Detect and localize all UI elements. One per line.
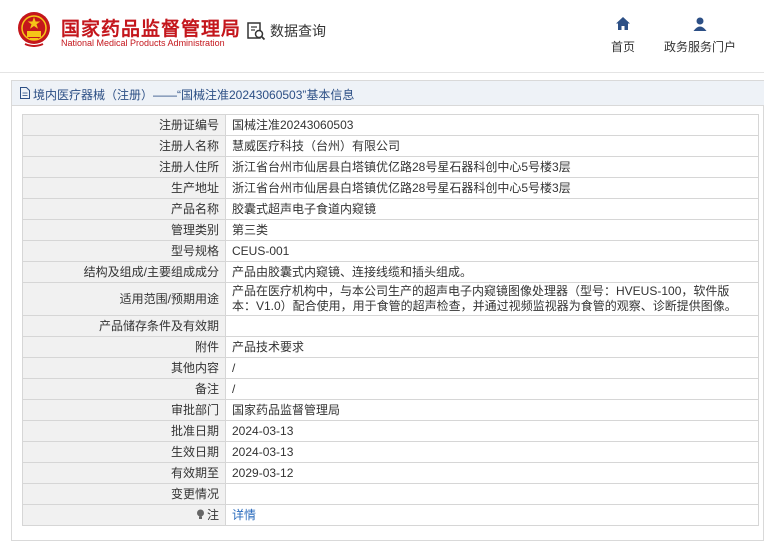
panel-header: 境内医疗器械（注册）——“国械注准20243060503”基本信息	[12, 81, 764, 106]
nav-gov-label: 政务服务门户	[663, 40, 736, 54]
table-row: 备注 /	[22, 378, 759, 400]
row-value: /	[225, 357, 759, 379]
row-label: 生产地址	[22, 177, 226, 199]
table-row: 审批部门 国家药品监督管理局	[22, 399, 759, 421]
data-query-icon	[247, 22, 266, 41]
row-value: /	[225, 378, 759, 400]
table-row: 生产地址 浙江省台州市仙居县白塔镇优亿路28号星石器科创中心5号楼3层	[22, 177, 759, 199]
table-row: 结构及组成/主要组成成分 产品由胶囊式内窥镜、连接线缆和插头组成。	[22, 261, 759, 283]
row-value: 2024-03-13	[225, 420, 759, 442]
table-row: 有效期至 2029-03-12	[22, 462, 759, 484]
row-value: 胶囊式超声电子食道内窥镜	[225, 198, 759, 220]
table-row: 注册人名称 慧威医疗科技（台州）有限公司	[22, 135, 759, 157]
detail-link[interactable]: 详情	[232, 508, 256, 522]
row-label: 注册人住所	[22, 156, 226, 178]
row-value: 国械注准20243060503	[225, 114, 759, 136]
panel-title: 境内医疗器械（注册）——“国械注准20243060503”基本信息	[33, 88, 355, 102]
note-row: 注详情	[22, 504, 759, 526]
row-value	[225, 315, 759, 337]
table-row: 管理类别 第三类	[22, 219, 759, 241]
row-label: 有效期至	[22, 462, 226, 484]
row-value	[225, 483, 759, 505]
row-value: 2024-03-13	[225, 441, 759, 463]
table-row: 注册证编号 国械注准20243060503	[22, 114, 759, 136]
row-label: 结构及组成/主要组成成分	[22, 261, 226, 283]
data-query-label: 数据查询	[270, 23, 326, 39]
row-label: 产品储存条件及有效期	[22, 315, 226, 337]
table-row: 其他内容 /	[22, 357, 759, 379]
nav-home-label: 首页	[610, 40, 635, 54]
table-row: 批准日期 2024-03-13	[22, 420, 759, 442]
table-row: 变更情况	[22, 483, 759, 505]
table-row: 注册人住所 浙江省台州市仙居县白塔镇优亿路28号星石器科创中心5号楼3层	[22, 156, 759, 178]
table-row: 产品名称 胶囊式超声电子食道内窥镜	[22, 198, 759, 220]
row-label: 型号规格	[22, 240, 226, 262]
site-title[interactable]: 国家药品监督管理局	[61, 14, 241, 41]
data-query-link[interactable]: 数据查询	[246, 21, 326, 41]
national-emblem-icon	[18, 12, 50, 47]
row-label: 产品名称	[22, 198, 226, 220]
row-label: 备注	[22, 378, 226, 400]
nav-home[interactable]: 首页	[609, 16, 637, 55]
row-value: 慧威医疗科技（台州）有限公司	[225, 135, 759, 157]
row-value: 浙江省台州市仙居县白塔镇优亿路28号星石器科创中心5号楼3层	[225, 177, 759, 199]
info-panel: 境内医疗器械（注册）——“国械注准20243060503”基本信息 注册证编号国…	[11, 80, 764, 541]
note-value-cell: 详情	[225, 504, 759, 526]
table-row: 产品储存条件及有效期	[22, 315, 759, 337]
table-row: 附件 产品技术要求	[22, 336, 759, 358]
row-label: 注册人名称	[22, 135, 226, 157]
note-label-cell: 注	[22, 504, 226, 526]
row-value: CEUS-001	[225, 240, 759, 262]
row-value: 产品技术要求	[225, 336, 759, 358]
table-row: 型号规格 CEUS-001	[22, 240, 759, 262]
row-value: 产品由胶囊式内窥镜、连接线缆和插头组成。	[225, 261, 759, 283]
row-label: 变更情况	[22, 483, 226, 505]
row-value: 浙江省台州市仙居县白塔镇优亿路28号星石器科创中心5号楼3层	[225, 156, 759, 178]
row-label: 批准日期	[22, 420, 226, 442]
row-value: 产品在医疗机构中，与本公司生产的超声电子内窥镜图像处理器（型号：HVEUS-10…	[225, 282, 759, 316]
table-row: 适用范围/预期用途 产品在医疗机构中，与本公司生产的超声电子内窥镜图像处理器（型号…	[22, 282, 759, 316]
site-header: 国家药品监督管理局 National Medical Products Admi…	[0, 0, 764, 72]
row-value: 2029-03-12	[225, 462, 759, 484]
row-label: 注册证编号	[22, 114, 226, 136]
home-icon	[616, 17, 630, 30]
row-label: 其他内容	[22, 357, 226, 379]
user-icon	[693, 17, 707, 31]
row-label: 管理类别	[22, 219, 226, 241]
row-label: 审批部门	[22, 399, 226, 421]
site-subtitle: National Medical Products Administration	[61, 38, 225, 48]
row-label: 生效日期	[22, 441, 226, 463]
row-label: 适用范围/预期用途	[22, 282, 226, 316]
info-table: 注册证编号 国械注准20243060503 注册人名称 慧威医疗科技（台州）有限公司注…	[22, 114, 759, 526]
document-icon	[20, 87, 30, 99]
header-divider	[0, 72, 764, 73]
table-row: 生效日期 2024-03-13	[22, 441, 759, 463]
row-value: 国家药品监督管理局	[225, 399, 759, 421]
row-label: 附件	[22, 336, 226, 358]
nav-gov-portal[interactable]: 政务服务门户	[660, 16, 740, 55]
note-label: 注	[206, 508, 219, 522]
lightbulb-icon	[196, 509, 204, 519]
row-value: 第三类	[225, 219, 759, 241]
